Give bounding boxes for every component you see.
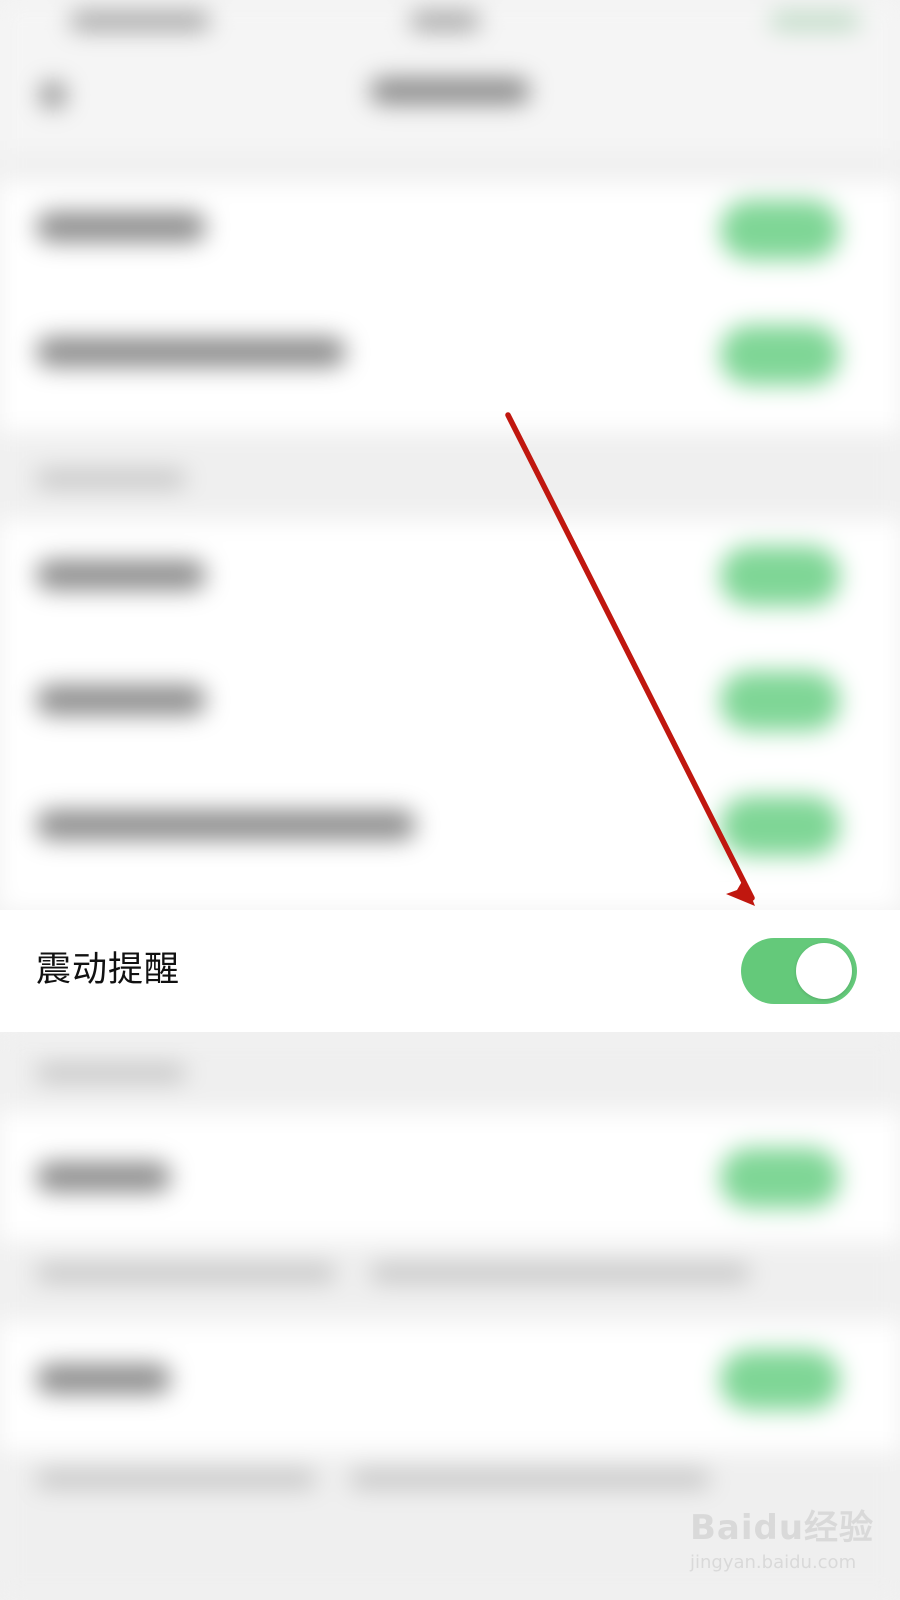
blurred-background	[0, 0, 900, 1600]
watermark-url: jingyan.baidu.com	[690, 1552, 857, 1573]
back-icon	[40, 82, 66, 108]
vibrate-alert-label: 震动提醒	[36, 950, 181, 990]
status-bar	[0, 0, 900, 44]
watermark-logo: Baidu经验	[690, 1508, 875, 1548]
settings-group-3	[0, 1112, 900, 1242]
settings-group-2	[0, 520, 900, 910]
navigation-bar	[0, 44, 900, 154]
settings-group-1	[0, 182, 900, 432]
vibrate-alert-row: 震动提醒	[0, 910, 900, 1032]
toggle-knob	[796, 943, 852, 999]
settings-group-4	[0, 1322, 900, 1452]
settings-screen: 震动提醒 Baidu经验 jingyan.baidu.com	[0, 0, 900, 1600]
vibrate-alert-toggle[interactable]	[741, 938, 857, 1004]
page-title	[370, 78, 530, 104]
baidu-watermark: Baidu经验 jingyan.baidu.com	[690, 1500, 880, 1590]
